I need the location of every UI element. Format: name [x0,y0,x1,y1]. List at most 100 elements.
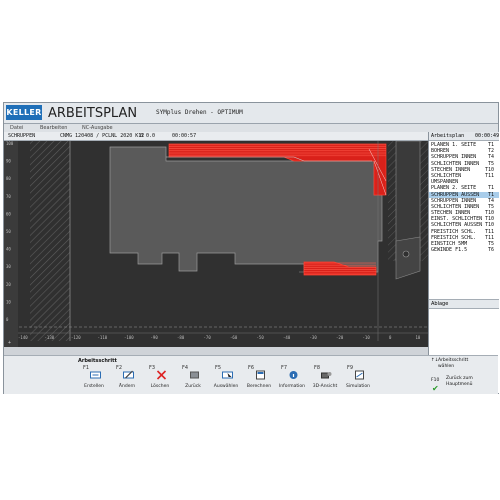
machine-name: SYMplus Drehen - OPTIMUM [156,109,243,116]
work-step-name: PLANEN 2. SEITE [431,185,477,192]
delete-icon [156,370,167,380]
info-icon [289,371,298,379]
work-step-list: PLANEN 1. SEITE T1 BOHREN T2 SCHRUPPEN INNEN… [429,141,499,253]
x-tick-label: 10 [416,335,421,340]
ablage-label: Ablage [431,301,449,307]
x-tick-label: -60 [230,335,238,340]
x-tick-label: -10 [363,335,371,340]
work-step-tool: T1 [487,142,494,148]
work-step-name: BOHREN [431,148,450,155]
softkey-f4[interactable]: F4 Zurück [179,365,207,392]
work-step-name: UMSPANNEN [431,179,459,186]
work-step-name: SCHRUPPEN INNEN [431,197,477,204]
work-step-name: PLANEN 1. SEITE [431,142,477,148]
3d-view-icon [321,372,332,379]
back-to-menu-button[interactable]: Zurück zum Hauptmenü [446,376,486,387]
work-step-tool: T1 [487,185,494,192]
work-plan-header: Arbeitsplan 00:00:49 [429,132,499,141]
work-plan-time: 00:00:49 [475,133,500,139]
work-step-tool: T2 [487,148,494,155]
softkey-f6[interactable]: F6 Berechnen [245,365,273,392]
softkey-title: Arbeitsschritt [78,358,117,364]
work-step-name: SCHLICHTEN INNEN [431,160,480,167]
work-step-tool: T10 [484,166,494,173]
operation-time: 00:00:57 [172,133,197,139]
work-step-name: EINST. SCHLICHTEN [431,216,483,223]
y-tick-label: 40 [6,247,11,252]
checkmark-icon: ✔ [432,384,439,393]
work-step-tool: T1 [487,191,494,198]
softkey-f2[interactable]: F2 Ändern [113,365,141,392]
select-icon [222,371,233,379]
coordinate-readout: 0 0.0 [140,133,156,139]
x-tick-label: -70 [204,335,212,340]
work-plan-panel: Arbeitsplan 00:00:49 PLANEN 1. SEITE T1 BO… [428,132,499,393]
x-tick-label: -40 [283,335,291,340]
work-step-tool: T4 [487,197,494,204]
softkey-f3[interactable]: F3 Löschen [146,365,174,392]
svg-text:+: + [8,340,11,346]
work-step-tool: T11 [484,234,494,241]
work-step-tool: T4 [487,154,494,161]
work-step-name: STECHEN INNEN [431,210,471,217]
work-step-name: FREISTICH SCHL. [431,228,477,235]
work-step-name: SCHLICHTEN AUSSEN [431,222,483,229]
work-step-tool: T11 [484,228,494,235]
x-tick-label: -90 [151,335,159,340]
operation-info-bar: SCHRUPPEN CNMG 120408 / PCLNL 2020 K12 0… [4,132,428,141]
work-step-name: STECHEN INNEN [431,166,471,173]
x-tick-label: -120 [71,335,81,340]
softkey-bar-right: ↑↓ Arbeitsschritt wählen F10 Zurück zum … [428,355,498,394]
work-step-name: SCHLICHTEN [431,172,462,179]
y-tick-label: 10 [6,299,11,304]
softkey-f5[interactable]: F5 Auswählen [212,365,240,392]
x-tick-label: -20 [336,335,344,340]
x-tick-label: -30 [310,335,318,340]
work-step-item[interactable]: GEWINDE F1.5 T6 [429,247,499,253]
y-tick-label: 70 [6,194,11,199]
x-tick-label: -80 [177,335,185,340]
x-tick-label: -140 [18,335,28,340]
ablage-header: Ablage [429,299,499,309]
part-view: 1009080706050403020100 -140 -130 -120 -110-… [4,141,428,347]
work-step-name: EINSTICH 5MM [431,241,468,247]
x-tick-label: -110 [98,335,108,340]
softkey-label: Berechnen [246,384,272,389]
simulation-canvas[interactable]: 100 90 80 70 60 50 40 30 20 10 0 -140 -130 -120 -110-… [4,141,428,347]
edit-icon [123,370,134,379]
select-step-button[interactable]: Arbeitsschritt wählen [438,358,478,369]
title-bar: KELLER ARBEITSPLAN SYMplus Drehen - OPTI… [4,103,498,124]
tab-nc-ausgabe[interactable]: NC-Ausgabe [82,125,113,131]
softkey-f7[interactable]: F7 Information [278,365,306,392]
work-step-tool: T5 [487,241,494,247]
x-tick-label: -130 [45,335,55,340]
work-step-tool: T6 [487,247,494,254]
softkey-label: Auswählen [213,384,239,389]
work-step-tool: T10 [484,216,494,223]
softkey-label: Simulation [346,384,370,389]
softkey-label: Löschen [150,384,170,389]
app-title: ARBEITSPLAN [48,106,138,121]
tab-datei[interactable]: Datei [10,125,23,131]
x-tick-label: 0 [389,335,392,340]
work-step-tool: T11 [484,172,494,179]
work-plan-title: Arbeitsplan [431,133,465,139]
work-step-name: GEWINDE F1.5 [431,247,468,254]
softkey-label: Erstellen [84,384,104,389]
y-tick-label: 80 [6,176,11,181]
softkey-label: Ändern [118,384,136,389]
back-icon [190,371,199,379]
keller-logo: KELLER [6,105,42,120]
work-step-name: SCHLICHTEN INNEN [431,203,480,210]
tab-bearbeiten[interactable]: Bearbeiten [40,125,67,131]
softkey-f8[interactable]: F8 3D-Ansicht [311,365,339,392]
calculate-icon [256,370,265,380]
x-tick-label: -100 [124,335,134,340]
work-step-tool: T10 [484,210,494,217]
softkey-f9[interactable]: F9 Simulation [344,365,372,392]
work-step-name: SCHRUPPEN INNEN [431,154,477,161]
softkey-f1[interactable]: F1 Erstellen [80,365,108,392]
work-step-name: FREISTICH SCHL. [431,234,477,241]
softkey-label: Information [278,384,306,389]
work-step-name: SCHRUPPEN AUSSEN [431,191,480,198]
